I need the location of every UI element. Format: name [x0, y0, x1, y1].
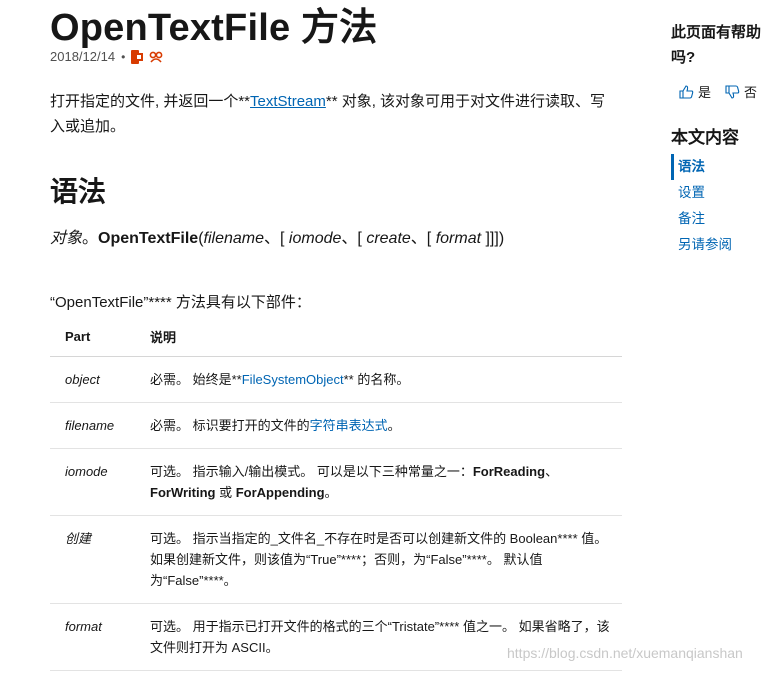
table-row: iomode 可选。 指示输入/输出模式。 可以是以下三种常量之一：ForRea…: [50, 448, 622, 516]
toc-heading: 本文内容: [671, 128, 739, 147]
part-name: format: [50, 603, 135, 671]
article-metadata: 2018/12/14 •: [50, 49, 163, 64]
toc-item-see-also[interactable]: 另请参阅: [671, 232, 732, 258]
feedback-no-label: 否: [744, 85, 758, 100]
part-description: 可选。 指示输入/输出模式。 可以是以下三种常量之一：ForReading、 Fo…: [135, 448, 622, 516]
intro-text-before: 打开指定的文件, 并返回一个**: [50, 93, 251, 110]
textstream-link[interactable]: TextStream: [250, 93, 326, 110]
parts-intro: “OpenTextFile”**** 方法具有以下部件：: [50, 294, 311, 311]
desc-text: 必需。 始终是**: [150, 372, 242, 387]
desc-text: 、: [545, 464, 559, 479]
desc-text: 。: [387, 418, 401, 433]
watermark: https://blog.csdn.net/xuemanqianshan: [507, 645, 743, 661]
office-icon: [131, 49, 144, 64]
thumbs-up-icon: [679, 84, 694, 99]
constant-forreading: ForReading: [472, 464, 546, 479]
syntax-method: OpenTextFile: [98, 230, 199, 247]
part-description: 必需。 标识要打开的文件的字符串表达式。: [135, 402, 622, 449]
part-name: filename: [50, 402, 135, 449]
toc-item-settings[interactable]: 设置: [671, 180, 732, 206]
syntax-object: 对象: [50, 230, 83, 247]
contributors-icon[interactable]: [149, 50, 163, 64]
header-description: 说明: [135, 317, 622, 357]
desc-text: ** 的名称。: [343, 372, 410, 387]
toc-item-syntax[interactable]: 语法: [671, 154, 732, 180]
syntax-close: ]]]): [481, 230, 505, 247]
filesystemobject-link[interactable]: FileSystemObject: [242, 372, 344, 387]
part-name: 创建: [50, 515, 135, 604]
syntax-bracket: 、[: [264, 230, 289, 247]
part-name: object: [50, 356, 135, 403]
header-part: Part: [50, 317, 135, 357]
table-header-row: Part 说明: [50, 317, 622, 357]
page-title: OpenTextFile 方法: [50, 7, 378, 49]
feedback-question: 此页面有帮助吗?: [671, 24, 762, 66]
syntax-filename: filename: [203, 230, 265, 247]
table-row: filename 必需。 标识要打开的文件的字符串表达式。: [50, 402, 622, 449]
string-expression-link[interactable]: 字符串表达式: [310, 418, 388, 433]
feedback-yes-button[interactable]: 是: [679, 82, 711, 101]
article-date: 2018/12/14: [50, 49, 116, 64]
syntax-heading: 语法: [50, 176, 107, 207]
toc-item-remarks[interactable]: 备注: [671, 206, 732, 232]
syntax-bracket: 、[: [410, 230, 436, 247]
syntax-format: format: [435, 230, 482, 247]
syntax-iomode: iomode: [288, 230, 342, 247]
feedback-no-button[interactable]: 否: [725, 82, 757, 101]
syntax-create: create: [366, 230, 411, 247]
table-row: object 必需。 始终是**FileSystemObject** 的名称。: [50, 356, 622, 403]
constant-forwriting: ForWriting: [150, 485, 216, 500]
part-name: iomode: [50, 448, 135, 516]
parts-table: Part 说明 object 必需。 始终是**FileSystemObject…: [50, 317, 622, 671]
desc-text: 可选。 指示输入/输出模式。 可以是以下三种常量之一：: [150, 464, 473, 479]
desc-text: 。: [324, 485, 338, 500]
thumbs-down-icon: [725, 84, 740, 99]
part-description: 必需。 始终是**FileSystemObject** 的名称。: [135, 356, 622, 403]
separator-dot: •: [121, 49, 126, 64]
table-row: 创建 可选。 指示当指定的_文件名_不存在时是否可以创建新文件的 Boolean…: [50, 515, 622, 604]
syntax-separator: 。: [82, 230, 99, 247]
table-of-contents: 语法 设置 备注 另请参阅: [671, 154, 732, 258]
intro-paragraph: 打开指定的文件, 并返回一个**TextStream** 对象, 该对象可用于对…: [50, 89, 620, 139]
desc-text: 或: [215, 485, 236, 500]
desc-text: 必需。 标识要打开的文件的: [150, 418, 310, 433]
part-description: 可选。 指示当指定的_文件名_不存在时是否可以创建新文件的 Boolean***…: [135, 515, 622, 604]
feedback-yes-label: 是: [698, 85, 712, 100]
constant-forappending: ForAppending: [235, 485, 325, 500]
syntax-bracket: 、[: [341, 230, 367, 247]
syntax-line: 对象。OpenTextFile(filename、[ iomode、[ crea…: [50, 224, 504, 248]
